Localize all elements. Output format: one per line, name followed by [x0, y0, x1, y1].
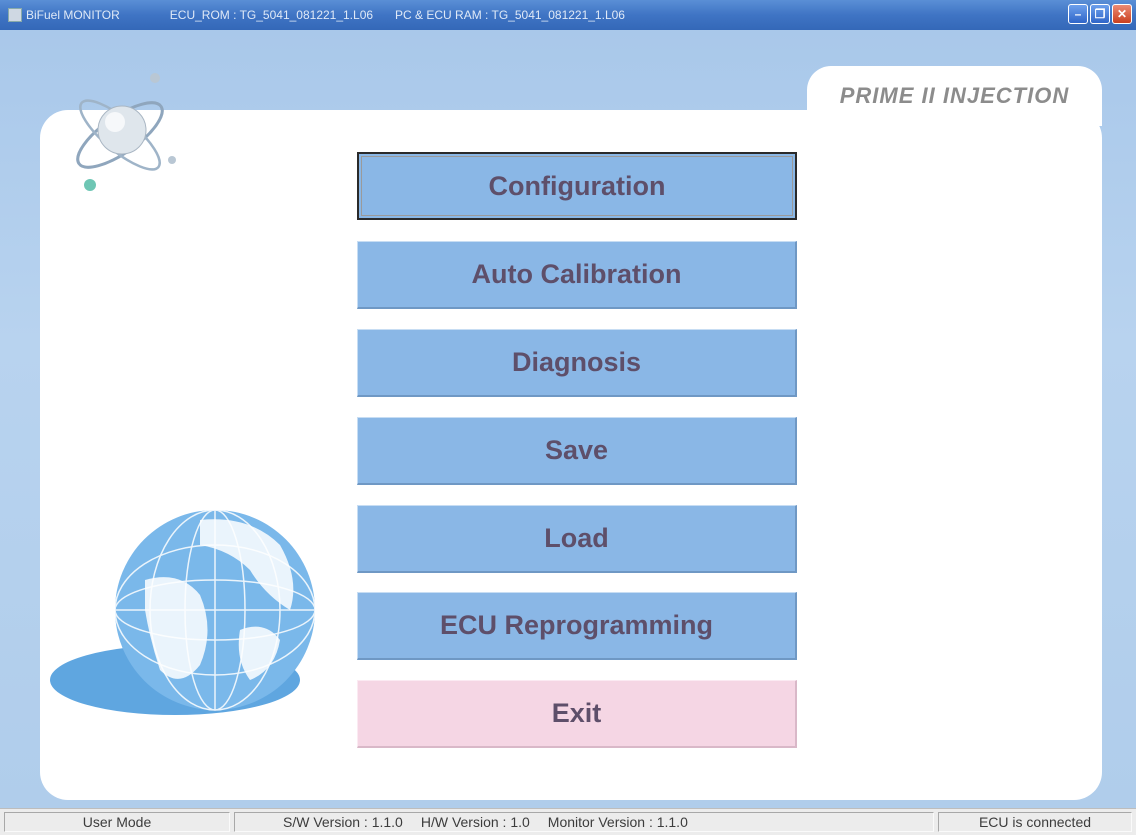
sw-version: S/W Version : 1.1.0: [283, 814, 403, 830]
ecu-reprogramming-button[interactable]: ECU Reprogramming: [357, 592, 797, 660]
connection-status: ECU is connected: [938, 812, 1132, 832]
version-status: S/W Version : 1.1.0 H/W Version : 1.0 Mo…: [234, 812, 934, 832]
main-window: PRIME II INJECTION Configuration Auto Ca…: [0, 30, 1136, 822]
window-controls: – ❐ ✕: [1068, 4, 1132, 24]
auto-calibration-button[interactable]: Auto Calibration: [357, 241, 797, 309]
diagnosis-button[interactable]: Diagnosis: [357, 329, 797, 397]
globe-icon: [50, 509, 316, 715]
atom-logo-icon: [76, 73, 176, 191]
brand-label: PRIME II INJECTION: [807, 66, 1102, 126]
status-bar: User Mode S/W Version : 1.1.0 H/W Versio…: [0, 808, 1136, 835]
close-icon[interactable]: ✕: [1112, 4, 1132, 24]
load-button[interactable]: Load: [357, 505, 797, 573]
minimize-icon[interactable]: –: [1068, 4, 1088, 24]
save-button[interactable]: Save: [357, 417, 797, 485]
app-title: BiFuel MONITOR: [26, 8, 120, 22]
monitor-version: Monitor Version : 1.1.0: [547, 814, 688, 830]
configuration-button[interactable]: Configuration: [357, 152, 797, 220]
hw-version: H/W Version : 1.0: [420, 814, 530, 830]
maximize-icon[interactable]: ❐: [1090, 4, 1110, 24]
ecu-rom-label: ECU_ROM : TG_5041_081221_1.L06: [169, 8, 374, 22]
user-mode-status: User Mode: [4, 812, 230, 832]
exit-button[interactable]: Exit: [357, 680, 797, 748]
app-icon[interactable]: [8, 8, 22, 22]
pc-ecu-ram-label: PC & ECU RAM : TG_5041_081221_1.L06: [395, 8, 625, 22]
title-bar: BiFuel MONITOR ECU_ROM : TG_5041_081221_…: [0, 0, 1136, 30]
